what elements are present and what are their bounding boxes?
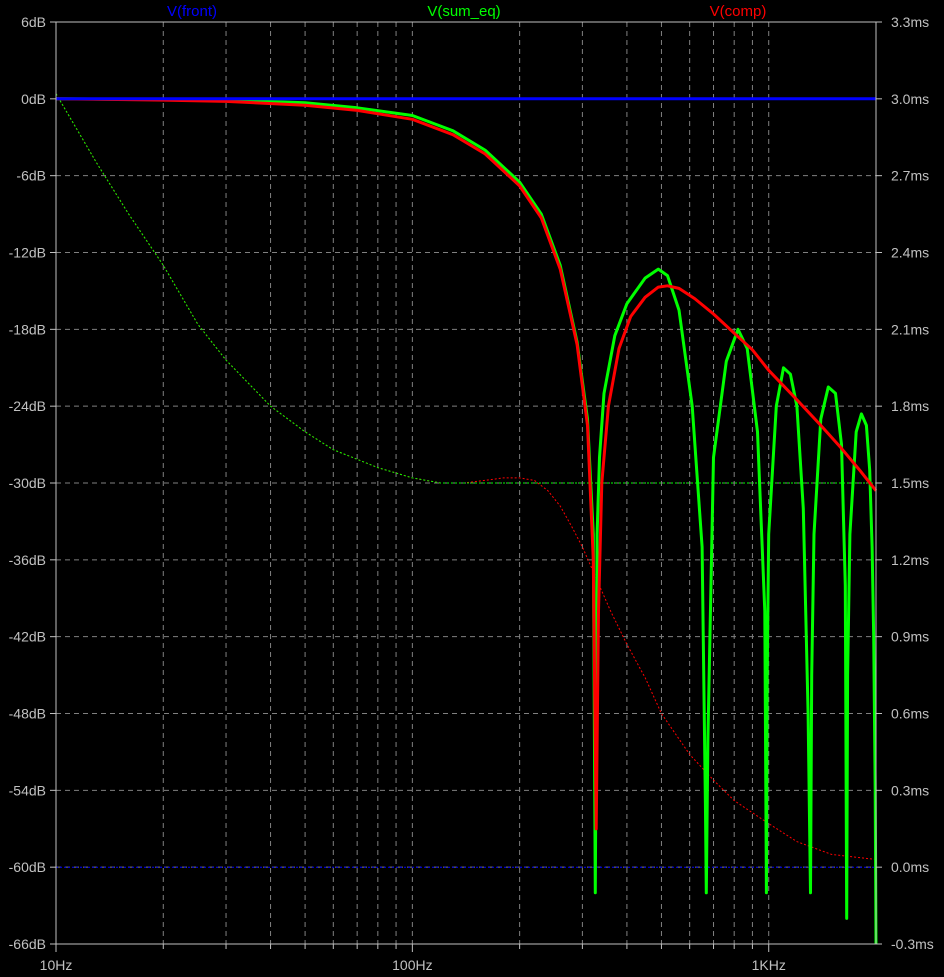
y-left-tick-label: 0dB (21, 91, 46, 107)
y-left-tick-label: -66dB (9, 936, 46, 952)
y-right-tick-label: 2.4ms (891, 245, 929, 261)
x-tick-label: 1KHz (752, 957, 786, 973)
y-right-tick-label: 2.1ms (891, 321, 929, 337)
legend-entry: V(sum_eq) (427, 3, 500, 20)
y-right-tick-label: 0.9ms (891, 629, 929, 645)
y-left-tick-label: -24dB (9, 398, 46, 414)
y-left-tick-label: -30dB (9, 475, 46, 491)
y-right-tick-label: 1.2ms (891, 552, 929, 568)
y-left-tick-label: -6dB (16, 168, 46, 184)
y-left-tick-label: -42dB (9, 629, 46, 645)
y-right-tick-label: 0.6ms (891, 706, 929, 722)
legend-entry: V(front) (167, 3, 217, 20)
y-left-tick-label: -60dB (9, 859, 46, 875)
y-right-tick-label: 3.0ms (891, 91, 929, 107)
x-tick-label: 10Hz (40, 957, 73, 973)
y-right-tick-label: 0.0ms (891, 859, 929, 875)
x-tick-label: 100Hz (392, 957, 432, 973)
y-left-tick-label: -48dB (9, 706, 46, 722)
y-left-tick-label: -36dB (9, 552, 46, 568)
y-left-tick-label: -18dB (9, 321, 46, 337)
legend-entry: V(comp) (710, 3, 767, 20)
y-right-tick-label: -0.3ms (891, 936, 934, 952)
y-left-tick-label: 6dB (21, 14, 46, 30)
y-left-tick-label: -12dB (9, 245, 46, 261)
y-right-tick-label: 0.3ms (891, 782, 929, 798)
y-right-tick-label: 3.3ms (891, 14, 929, 30)
y-left-tick-label: -54dB (9, 782, 46, 798)
y-right-tick-label: 1.8ms (891, 398, 929, 414)
y-right-tick-label: 2.7ms (891, 168, 929, 184)
bode-plot: 6dB 0dB -6dB -12dB -18dB -24dB -30dB -36dB -42dB… (0, 0, 944, 977)
y-right-tick-label: 1.5ms (891, 475, 929, 491)
